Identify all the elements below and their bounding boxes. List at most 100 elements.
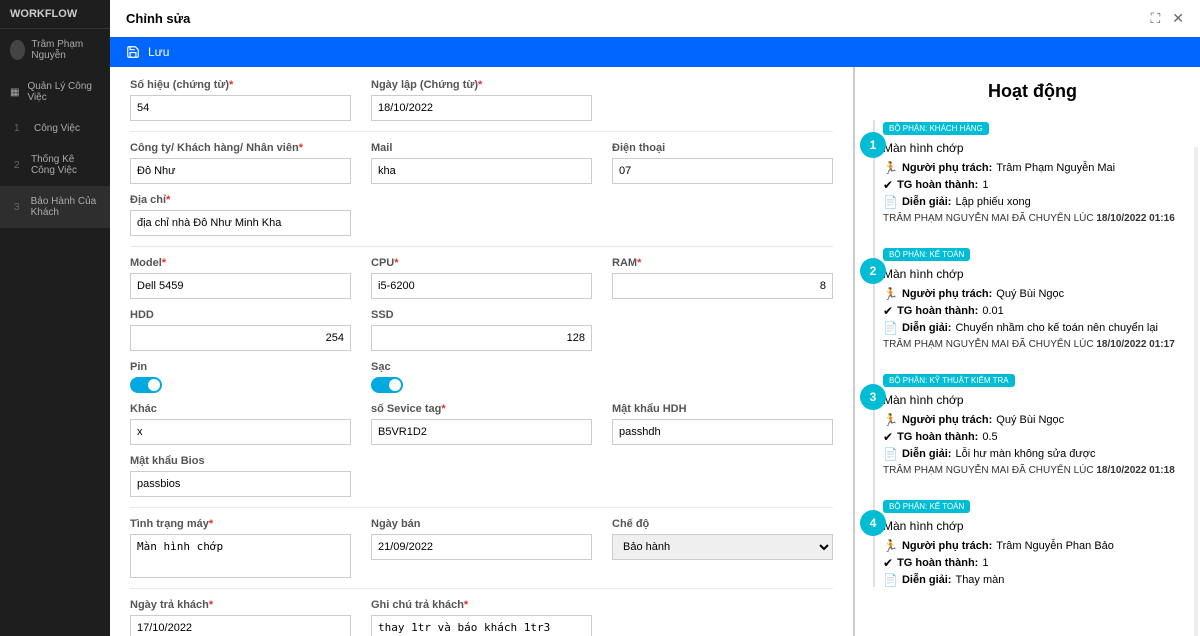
activity-step: 1BỘ PHẬN: KHÁCH HÀNGMàn hình chớp🏃Người … bbox=[883, 120, 1182, 224]
step-note: 📄Diễn giải:Thay màn bbox=[883, 573, 1182, 587]
step-assignee: 🏃Người phụ trách:Quý Bùi Ngọc bbox=[883, 413, 1182, 427]
person-icon: 🏃 bbox=[883, 539, 898, 553]
input-sohieu[interactable] bbox=[130, 95, 351, 121]
label-ghichu: Ghi chú trả khách* bbox=[371, 599, 592, 611]
label-chedo: Chế độ bbox=[612, 518, 833, 530]
note-icon: 📄 bbox=[883, 195, 898, 209]
toggle-pin[interactable] bbox=[130, 377, 162, 393]
label-model: Model* bbox=[130, 257, 351, 269]
input-cpu[interactable] bbox=[371, 273, 592, 299]
activity-step: 2BỘ PHẬN: KẾ TOÁNMàn hình chớp🏃Người phụ… bbox=[883, 246, 1182, 350]
input-congty[interactable] bbox=[130, 158, 351, 184]
label-matkhaubios: Mật khẩu Bios bbox=[130, 455, 351, 467]
modal-title: Chỉnh sửa bbox=[126, 11, 190, 26]
fullscreen-icon[interactable]: ⛶ bbox=[1150, 10, 1160, 27]
save-label: Lưu bbox=[148, 45, 169, 59]
label-ssd: SSD bbox=[371, 309, 592, 321]
scrollbar[interactable] bbox=[1194, 147, 1198, 636]
step-number: 3 bbox=[860, 384, 886, 410]
dashboard-icon: ▦ bbox=[10, 87, 19, 98]
activity-panel: Hoạt động 1BỘ PHẬN: KHÁCH HÀNGMàn hình c… bbox=[855, 67, 1200, 636]
step-title: Màn hình chớp bbox=[883, 267, 1182, 281]
input-servicetag[interactable] bbox=[371, 419, 592, 445]
step-number: 1 bbox=[860, 132, 886, 158]
person-icon: 🏃 bbox=[883, 413, 898, 427]
label-hdd: HDD bbox=[130, 309, 351, 321]
select-chedo[interactable]: Bảo hành bbox=[612, 534, 833, 560]
app-brand: WORKFLOW bbox=[0, 0, 110, 29]
step-dept-badge: BỘ PHẬN: KỸ THUẬT KIỂM TRA bbox=[883, 374, 1015, 387]
avatar bbox=[10, 40, 25, 60]
input-hdd[interactable] bbox=[130, 325, 351, 351]
save-button[interactable]: Lưu bbox=[110, 37, 1200, 67]
label-pin: Pin bbox=[130, 361, 351, 373]
label-dienthoai: Điện thoại bbox=[612, 142, 833, 154]
input-ghichu[interactable]: thay 1tr và báo khách 1tr3 bbox=[371, 615, 592, 636]
label-mail: Mail bbox=[371, 142, 592, 154]
label-diachi: Địa chỉ* bbox=[130, 194, 351, 206]
input-dienthoai[interactable] bbox=[612, 158, 833, 184]
save-icon bbox=[126, 45, 140, 59]
label-ngaylap: Ngày lập (Chứng từ)* bbox=[371, 79, 592, 91]
check-icon: ✔ bbox=[883, 430, 893, 444]
label-tinhtrang: Tình trạng máy* bbox=[130, 518, 351, 530]
step-note: 📄Diễn giải:Chuyển nhầm cho kế toán nên c… bbox=[883, 321, 1182, 335]
sidebar-item-congviec[interactable]: 1 Công Việc bbox=[0, 113, 110, 144]
label-ngayban: Ngày bán bbox=[371, 518, 592, 530]
step-transfer-meta: TRÂM PHẠM NGUYỄN MAI ĐÃ CHUYỂN LÚC 18/10… bbox=[883, 339, 1182, 350]
person-icon: 🏃 bbox=[883, 287, 898, 301]
label-cpu: CPU* bbox=[371, 257, 592, 269]
toggle-sac[interactable] bbox=[371, 377, 403, 393]
activity-step: 3BỘ PHẬN: KỸ THUẬT KIỂM TRAMàn hình chớp… bbox=[883, 372, 1182, 476]
person-icon: 🏃 bbox=[883, 161, 898, 175]
sidebar-user[interactable]: Trâm Phạm Nguyễn bbox=[0, 29, 110, 71]
input-ngaytrakhach[interactable] bbox=[130, 615, 351, 636]
label-ngaytrakhach: Ngày trả khách* bbox=[130, 599, 351, 611]
input-khac[interactable] bbox=[130, 419, 351, 445]
step-note: 📄Diễn giải:Lỗi hư màn không sửa được bbox=[883, 447, 1182, 461]
sidebar-item-baohanh[interactable]: 3 Bảo Hành Của Khách bbox=[0, 186, 110, 228]
step-dept-badge: BỘ PHẬN: KẾ TOÁN bbox=[883, 500, 970, 513]
check-icon: ✔ bbox=[883, 556, 893, 570]
activity-step: 4BỘ PHẬN: KẾ TOÁNMàn hình chớp🏃Người phụ… bbox=[883, 498, 1182, 587]
label-sohieu: Số hiệu (chứng từ)* bbox=[130, 79, 351, 91]
note-icon: 📄 bbox=[883, 321, 898, 335]
input-ram[interactable] bbox=[612, 273, 833, 299]
step-note: 📄Diễn giải:Lập phiếu xong bbox=[883, 195, 1182, 209]
label-matkhauhdh: Mật khẩu HDH bbox=[612, 403, 833, 415]
label-servicetag: số Sevice tag* bbox=[371, 403, 592, 415]
close-icon[interactable]: ✕ bbox=[1172, 10, 1184, 27]
step-title: Màn hình chớp bbox=[883, 141, 1182, 155]
input-matkhaubios[interactable] bbox=[130, 471, 351, 497]
step-number: 4 bbox=[860, 510, 886, 536]
input-ssd[interactable] bbox=[371, 325, 592, 351]
step-assignee: 🏃Người phụ trách:Trâm Nguyễn Phan Bảo bbox=[883, 539, 1182, 553]
step-time: ✔TG hoàn thành:1 bbox=[883, 556, 1182, 570]
form-area: Số hiệu (chứng từ)* Ngày lập (Chứng từ)*… bbox=[110, 67, 855, 636]
step-assignee: 🏃Người phụ trách:Trâm Phạm Nguyễn Mai bbox=[883, 161, 1182, 175]
check-icon: ✔ bbox=[883, 304, 893, 318]
user-name: Trâm Phạm Nguyễn bbox=[31, 39, 100, 61]
step-transfer-meta: TRÂM PHẠM NGUYỄN MAI ĐÃ CHUYỂN LÚC 18/10… bbox=[883, 465, 1182, 476]
input-matkhauhdh[interactable] bbox=[612, 419, 833, 445]
step-time: ✔TG hoàn thành:1 bbox=[883, 178, 1182, 192]
note-icon: 📄 bbox=[883, 447, 898, 461]
check-icon: ✔ bbox=[883, 178, 893, 192]
sidebar-menu-header[interactable]: ▦ Quản Lý Công Việc bbox=[0, 71, 110, 113]
input-model[interactable] bbox=[130, 273, 351, 299]
input-diachi[interactable] bbox=[130, 210, 351, 236]
step-number: 2 bbox=[860, 258, 886, 284]
step-assignee: 🏃Người phụ trách:Quý Bùi Ngọc bbox=[883, 287, 1182, 301]
input-ngaylap[interactable] bbox=[371, 95, 592, 121]
label-sac: Sạc bbox=[371, 361, 592, 373]
step-title: Màn hình chớp bbox=[883, 519, 1182, 533]
step-transfer-meta: TRÂM PHẠM NGUYỄN MAI ĐÃ CHUYỂN LÚC 18/10… bbox=[883, 213, 1182, 224]
label-congty: Công ty/ Khách hàng/ Nhân viên* bbox=[130, 142, 351, 154]
input-mail[interactable] bbox=[371, 158, 592, 184]
sidebar-item-thongke[interactable]: 2 Thống Kê Công Việc bbox=[0, 144, 110, 186]
activity-title: Hoạt động bbox=[883, 81, 1182, 102]
step-title: Màn hình chớp bbox=[883, 393, 1182, 407]
input-ngayban[interactable] bbox=[371, 534, 592, 560]
label-ram: RAM* bbox=[612, 257, 833, 269]
input-tinhtrang[interactable]: Màn hình chớp bbox=[130, 534, 351, 578]
